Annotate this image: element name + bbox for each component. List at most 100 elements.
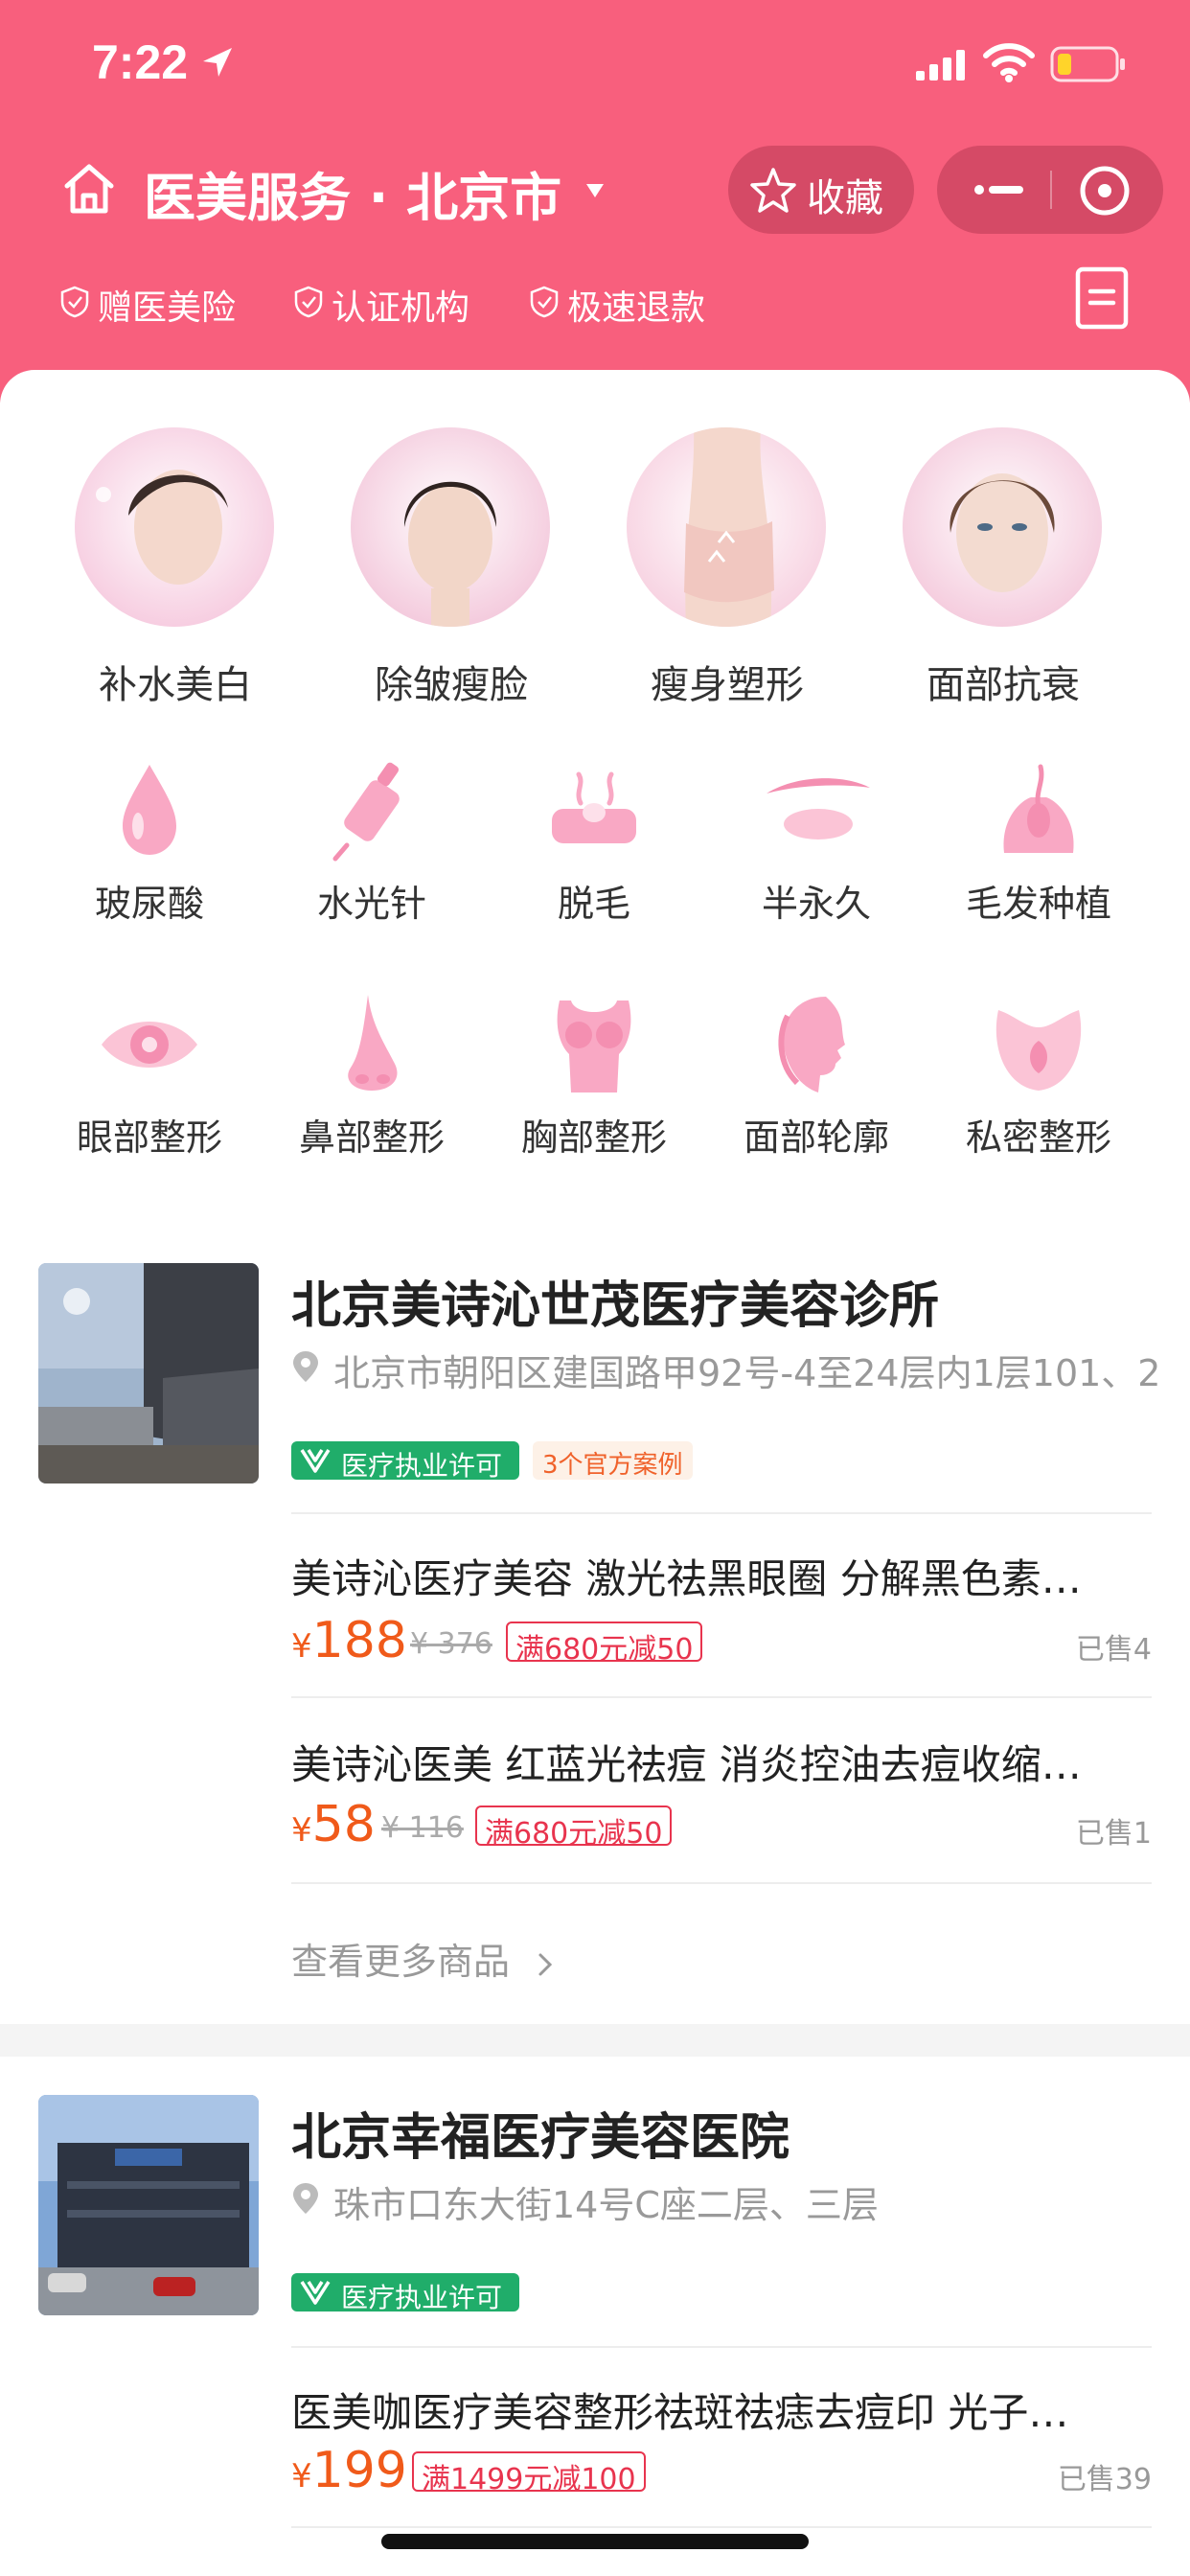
droplet-icon [123,765,176,855]
sold-count: 已售1 [1075,1817,1152,1851]
category-wrinkle-slim-face[interactable]: 除皱瘦脸 [341,427,561,715]
section-separator [0,2024,1190,2057]
view-more-label: 查看更多商品 [291,1941,511,1983]
category-label: 玻尿酸 [94,883,204,925]
official-cases-badge[interactable]: 3个官方案例 [533,1441,693,1480]
favorite-button[interactable]: 收藏 [728,146,914,234]
eye-icon [102,1022,197,1068]
document-icon[interactable] [1075,266,1129,330]
promo-badge: 满1499元减100 [412,2451,646,2496]
category-breast-surgery[interactable]: 胸部整形 [483,987,705,1179]
favorite-label: 收藏 [807,176,883,220]
currency-symbol: ¥ [291,2457,312,2496]
star-icon [750,168,796,213]
category-body-shaping[interactable]: 瘦身塑形 [617,427,837,715]
category-hyaluronic-acid[interactable]: 玻尿酸 [38,753,261,945]
hair-removal-icon [552,771,636,843]
license-badge: 医疗执业许可 [291,2273,519,2313]
currency-symbol: ¥ [291,1811,312,1850]
chest-icon [557,1000,631,1092]
category-anti-aging[interactable]: 面部抗衰 [893,427,1113,715]
sold-count: 已售4 [1075,1633,1152,1667]
category-face-contour[interactable]: 面部轮廓 [705,987,927,1179]
home-icon[interactable] [59,159,119,218]
divider [291,1882,1152,1884]
shield-check-icon [294,286,323,318]
shop-name[interactable]: 北京幸福医疗美容医院 [291,2097,790,2169]
category-hydration-whitening[interactable]: 补水美白 [65,427,286,715]
category-label: 瘦身塑形 [651,663,804,707]
face-profile-icon [778,997,845,1092]
divider [291,1512,1152,1514]
category-semi-permanent[interactable]: 半永久 [705,753,927,945]
category-private-surgery[interactable]: 私密整形 [927,987,1150,1179]
tag-label: 认证机构 [332,288,470,328]
location-pin-icon [293,2183,318,2214]
syringe-icon [332,762,400,862]
category-label: 除皱瘦脸 [375,663,528,707]
sold-count: 已售39 [1057,2463,1152,2496]
original-price: ¥ 376 [410,1627,492,1661]
nose-icon [348,995,398,1091]
currency-symbol: ¥ [291,1627,312,1666]
promo-badge: 满680元减50 [475,1806,673,1851]
capsule-divider [1050,171,1052,209]
location-arrow-icon [203,48,232,77]
location-pin-icon [293,1351,318,1382]
category-image [75,427,274,627]
eyebrow-icon [767,778,870,840]
shop-address: 北京市朝阳区建国路甲92号-4至24层内1层101、2 [333,1352,1157,1394]
page-title[interactable]: 医美服务 · 北京市 [144,155,561,231]
shield-check-icon [530,286,559,318]
license-label: 医疗执业许可 [341,2282,503,2313]
category-water-light-injection[interactable]: 水光针 [261,753,483,945]
shop-name[interactable]: 北京美诗沁世茂医疗美容诊所 [291,1265,939,1337]
category-image [903,427,1102,627]
product-price: ¥199 [291,2442,407,2499]
shop-image[interactable] [38,2095,259,2315]
original-price: ¥ 116 [381,1811,464,1845]
category-label: 半永久 [761,883,871,925]
category-eye-surgery[interactable]: 眼部整形 [38,987,261,1179]
divider [291,2526,1152,2528]
category-label: 补水美白 [99,663,252,707]
divider [291,2346,1152,2348]
home-indicator [381,2534,809,2549]
category-label: 私密整形 [965,1116,1111,1159]
service-tags: 赠医美险 认证机构 极速退款 [0,276,1054,328]
product-price: ¥58 [291,1796,376,1853]
category-nose-surgery[interactable]: 鼻部整形 [261,987,483,1179]
hair-follicle-icon [1003,764,1074,853]
view-more-products-link[interactable]: 查看更多商品 [291,1932,556,1985]
shop-address: 珠市口东大街14号C座二层、三层 [333,2184,879,2226]
product-title[interactable]: 医美咖医疗美容整形祛斑祛痣去痘印 光子… [291,2380,1144,2439]
category-label: 面部抗衰 [927,663,1080,707]
city-dropdown-icon[interactable] [584,182,606,199]
shield-check-icon [60,286,89,318]
price-value: 188 [311,1612,407,1669]
more-icon[interactable] [970,171,1031,209]
category-label: 毛发种植 [965,883,1111,925]
status-time: 7:22 [92,35,189,89]
wifi-icon [983,43,1035,82]
category-hair-transplant[interactable]: 毛发种植 [927,753,1150,945]
battery-icon [1050,46,1125,82]
nav-bar: 医美服务 · 北京市 收藏 [0,144,1190,240]
cellular-signal-icon [916,50,965,80]
status-bar: 7:22 [0,0,1190,126]
category-hair-removal[interactable]: 脱毛 [483,753,705,945]
close-miniprogram-icon[interactable] [1077,163,1133,218]
product-title[interactable]: 美诗沁医疗美容 激光祛黑眼圈 分解黑色素… [291,1547,1144,1605]
category-label: 面部轮廓 [743,1116,889,1159]
promo-badge: 满680元减50 [506,1622,703,1667]
miniprogram-capsule [937,146,1163,234]
category-label: 脱毛 [557,883,630,925]
product-price: ¥188 [291,1612,407,1669]
divider [291,1696,1152,1698]
category-label: 鼻部整形 [298,1116,445,1159]
product-title[interactable]: 美诗沁医美 红蓝光祛痘 消炎控油去痘收缩… [291,1733,1144,1791]
tag-label: 赠医美险 [98,288,237,328]
header: 7:22 医美服务 · 北京市 收藏 赠医美险 认证机构 极速退款 [0,0,1190,402]
shop-image[interactable] [38,1263,259,1484]
license-badge: 医疗执业许可 [291,1441,519,1482]
